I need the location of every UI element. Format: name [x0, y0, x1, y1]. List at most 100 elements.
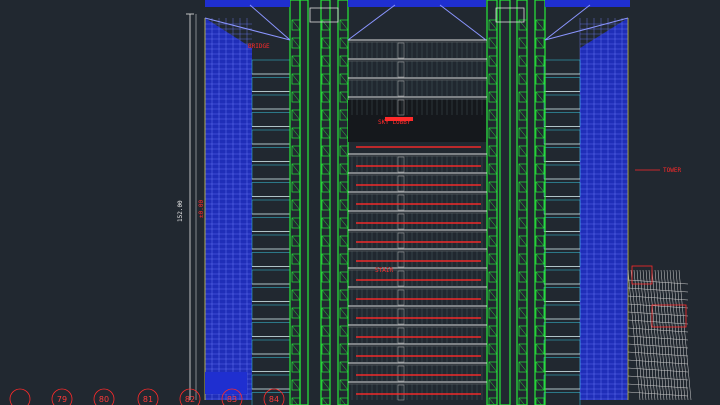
right-bay [543, 199, 581, 215]
right-bay [543, 59, 581, 75]
center-column [397, 194, 405, 211]
center-column [397, 80, 405, 97]
right-bay [543, 112, 581, 127]
level-tag [356, 393, 481, 395]
center-column [397, 61, 405, 78]
left-bay [251, 234, 291, 250]
right-bay [543, 182, 581, 197]
left-bay [251, 374, 291, 390]
center-column [397, 175, 405, 192]
left-bay [251, 357, 291, 372]
sky-lobby-label: SKY LOBBY [378, 119, 411, 126]
ramp-line [657, 269, 671, 401]
ramp-line [666, 269, 680, 401]
left-bay [251, 112, 291, 127]
ramp-line [672, 269, 686, 401]
left-bay [251, 322, 291, 337]
left-bay [251, 287, 291, 302]
right-bay [543, 304, 581, 320]
center-column [397, 384, 405, 401]
roof-truss [204, 0, 630, 41]
center-column [397, 42, 405, 59]
level-tag [356, 241, 481, 243]
grid-bubble-label: 79 [57, 395, 67, 404]
left-bay [251, 252, 291, 267]
center-column [397, 346, 405, 363]
level-tag [356, 317, 481, 319]
ramp-line [660, 269, 674, 401]
right-bay [543, 129, 581, 145]
grid-bubble: 79 [51, 388, 73, 405]
overall-height-dimension: 152.00 ±0.00 [177, 13, 205, 400]
cad-drawing-canvas[interactable]: 152.00 ±0.00 SKY LOBBY TOWER STAIR BRIDG… [0, 0, 720, 405]
center-column [397, 213, 405, 230]
right-bay [543, 287, 581, 302]
elevator-door [291, 397, 301, 405]
elevator-door [339, 397, 349, 405]
left-bay [251, 304, 291, 320]
center-column [397, 365, 405, 382]
left-curtain-wall [204, 18, 291, 405]
left-bay [251, 94, 291, 110]
core-column [299, 0, 309, 405]
ramp-line [678, 269, 692, 401]
bridge-label: BRIDGE [248, 43, 270, 50]
right-bay [543, 147, 581, 162]
level-tag [356, 146, 481, 148]
center-column [397, 308, 405, 325]
center-column [397, 327, 405, 344]
left-bay [251, 269, 291, 285]
grid-bubble-label: 82 [185, 395, 195, 404]
right-bay [543, 374, 581, 390]
roof-beam-center [348, 0, 486, 7]
right-bay [543, 339, 581, 355]
center-column [397, 156, 405, 173]
left-bay [251, 199, 291, 215]
left-bay [251, 339, 291, 355]
level-tag [356, 184, 481, 186]
left-bay [251, 59, 291, 75]
right-bay [543, 94, 581, 110]
level-tag [356, 260, 481, 262]
right-bay [543, 322, 581, 337]
dimension-total-text: 152.00 [177, 200, 184, 222]
right-bay [543, 392, 581, 405]
elevator-door [488, 397, 498, 405]
ramp-line [663, 269, 677, 401]
center-column [397, 251, 405, 268]
grid-bubble-label: 83 [227, 395, 237, 404]
ramp-line [654, 269, 668, 401]
left-bay [251, 77, 291, 92]
center-column [397, 289, 405, 306]
left-bay [251, 182, 291, 197]
center-column [397, 232, 405, 249]
right-bay [543, 269, 581, 285]
grid-bubble-label: 84 [269, 395, 279, 404]
level-tag [356, 203, 481, 205]
grid-bubble: 81 [137, 388, 159, 405]
ramp-line [675, 269, 689, 401]
truss-member [544, 4, 591, 41]
center-column [397, 270, 405, 287]
right-bay [543, 357, 581, 372]
dimension-sub-text: ±0.00 [198, 200, 205, 218]
level-tag [356, 279, 481, 281]
level-tag [356, 298, 481, 300]
grid-bubble-label: 80 [99, 395, 109, 404]
level-tag [356, 336, 481, 338]
cad-viewport[interactable]: 152.00 ±0.00 SKY LOBBY TOWER STAIR BRIDG… [0, 0, 720, 405]
ramp-line [669, 269, 683, 401]
ramp-line [633, 269, 647, 401]
level-tag [356, 165, 481, 167]
roof-beam-left [205, 0, 290, 7]
right-bay [543, 77, 581, 92]
grid-bubble: 84 [263, 388, 285, 405]
grid-bubble: 80 [93, 388, 115, 405]
elevator-door [321, 397, 331, 405]
grid-bubble-label: 81 [143, 395, 153, 404]
right-bay [543, 234, 581, 250]
roof-beam-right [545, 0, 630, 7]
truss-member [347, 4, 396, 41]
elevator-door [518, 397, 528, 405]
grid-bubble-circle [9, 388, 31, 405]
